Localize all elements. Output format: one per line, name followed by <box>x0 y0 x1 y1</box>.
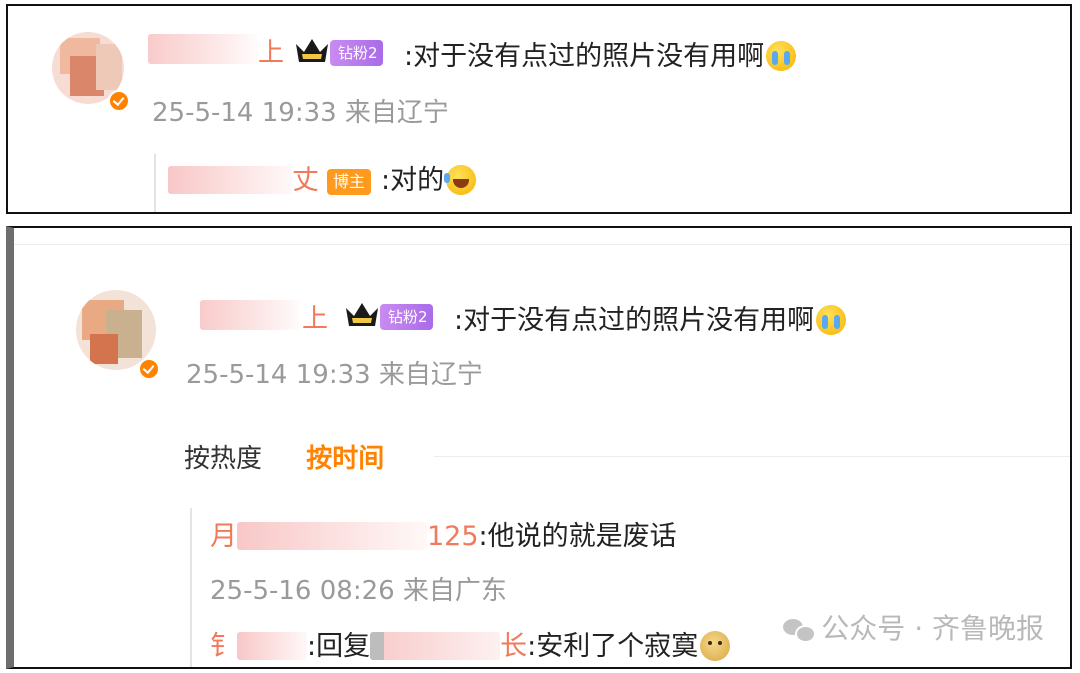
comment-text: :对于没有点过的照片没有用啊 <box>454 298 847 337</box>
laugh-cry-emoji-icon <box>444 165 477 195</box>
reply-row: 丈博主 :对的 <box>168 158 477 197</box>
crown-icon <box>346 303 378 326</box>
replier-name-tail[interactable]: 丈 <box>292 165 319 196</box>
crown-icon <box>296 39 328 62</box>
cry-emoji-icon <box>816 305 847 335</box>
reply-thread-bar <box>190 508 192 667</box>
host-badge: 博主 <box>327 169 372 195</box>
reply-text: :对的 <box>381 165 445 196</box>
sort-tabs: 按热度 按时间 <box>184 438 384 475</box>
comment-panel-bottom: 上 钻粉2 :对于没有点过的照片没有用啊 25-5-14 19:33 来自辽宁 … <box>6 226 1072 669</box>
reply-thread-bar <box>154 154 156 212</box>
doge-emoji-icon <box>700 631 731 661</box>
reply-row: 钅 :回复 长:安利了个寂寞 <box>210 624 731 663</box>
replier-name-head[interactable]: 钅 <box>210 631 237 662</box>
replier-name-tail[interactable]: 125 <box>427 521 479 552</box>
commenter-name-blurred[interactable] <box>200 300 300 330</box>
tab-sort-by-time[interactable]: 按时间 <box>306 444 384 474</box>
commenter-name-tail[interactable]: 上 <box>258 32 284 69</box>
verified-badge-icon <box>138 358 160 380</box>
watermark-text: 公众号 · 齐鲁晚报 <box>821 612 1044 645</box>
commenter-name-blurred[interactable] <box>148 34 258 64</box>
top-divider <box>14 244 1070 245</box>
commenter-name-tail[interactable]: 上 <box>302 298 328 335</box>
comment-text: :对于没有点过的照片没有用啊 <box>404 34 797 73</box>
fan-level-badge: 钻粉2 <box>380 304 433 330</box>
replier-name-blurred[interactable] <box>237 522 427 550</box>
replier-name-head[interactable]: 月 <box>210 521 237 552</box>
tabs-divider <box>434 456 1070 457</box>
replier-name-blurred[interactable] <box>237 632 307 660</box>
cry-emoji-icon <box>766 41 797 71</box>
reply-prefix: :回复 <box>307 631 371 662</box>
reply-target-name-tail[interactable]: 长 <box>500 631 527 662</box>
comment-panel-top: 上 钻粉2 :对于没有点过的照片没有用啊 25-5-14 19:33 来自辽宁 … <box>6 4 1072 214</box>
wechat-icon <box>783 617 817 643</box>
reply-row: 月 125:他说的就是废话 <box>210 514 677 553</box>
reply-target-name-blurred[interactable] <box>370 632 501 660</box>
reply-timestamp-location: 25-5-16 08:26 来自广东 <box>210 576 507 606</box>
comment-timestamp-location: 25-5-14 19:33 来自辽宁 <box>152 98 449 128</box>
comment-timestamp-location: 25-5-14 19:33 来自辽宁 <box>186 360 483 390</box>
verified-badge-icon <box>108 90 130 112</box>
reply-text: :安利了个寂寞 <box>527 631 699 662</box>
reply-text: :他说的就是废话 <box>478 521 677 552</box>
fan-level-badge: 钻粉2 <box>330 40 383 66</box>
replier-name-blurred[interactable] <box>168 166 292 194</box>
watermark: 公众号 · 齐鲁晚报 <box>783 607 1044 647</box>
tab-sort-by-heat[interactable]: 按热度 <box>184 444 262 474</box>
